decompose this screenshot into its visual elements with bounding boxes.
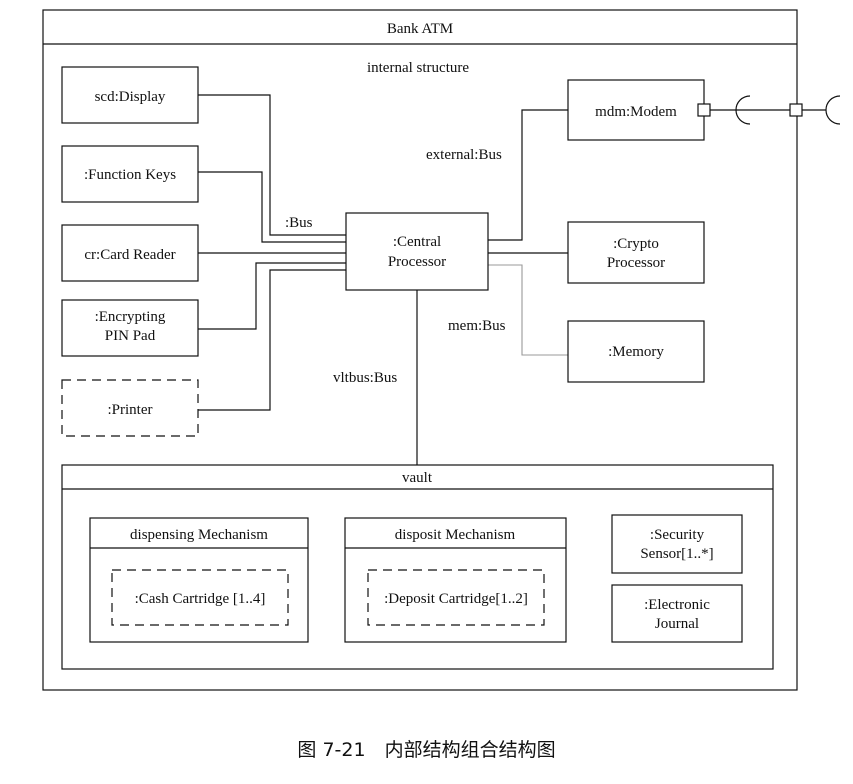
security-sensor-label-line1: :Security	[650, 527, 705, 543]
card-reader-part-label: cr:Card Reader	[84, 247, 175, 263]
external-bus-label: external:Bus	[426, 147, 502, 163]
crypto-processor-label-line1: :Crypto	[613, 236, 659, 252]
deposit-cartridge-label: :Deposit Cartridge[1..2]	[384, 591, 528, 607]
vault-title: vault	[402, 470, 433, 486]
electronic-journal-part	[611, 584, 743, 643]
central-processor-label-line1: :Central	[393, 234, 441, 250]
internal-structure-label: internal structure	[367, 60, 469, 76]
modem-part-label: mdm:Modem	[595, 104, 677, 120]
printer-part-label: :Printer	[108, 402, 153, 418]
socket-icon	[825, 95, 841, 125]
cash-cartridge-label: :Cash Cartridge [1..4]	[135, 591, 266, 607]
mem-bus-label: mem:Bus	[448, 318, 506, 334]
electronic-journal-label-line2: Journal	[655, 616, 699, 632]
bank-atm-title: Bank ATM	[387, 21, 453, 37]
function-keys-part-label: :Function Keys	[84, 167, 176, 183]
central-processor-label-line2: Processor	[388, 254, 446, 270]
bus-label: :Bus	[285, 215, 313, 231]
dispensing-mechanism-title: dispensing Mechanism	[130, 527, 268, 543]
pin-pad-part-label-line2: PIN Pad	[105, 328, 156, 344]
figure-caption: 图 7-21 内部结构组合结构图	[297, 739, 556, 761]
vltbus-label: vltbus:Bus	[333, 370, 397, 386]
atm-boundary-port	[789, 103, 803, 117]
crypto-processor-label-line2: Processor	[607, 255, 665, 271]
electronic-journal-label-line1: :Electronic	[644, 597, 710, 613]
pin-pad-part-label-line1: :Encrypting	[95, 309, 166, 325]
modem-port	[697, 103, 711, 117]
security-sensor-label-line2: Sensor[1..*]	[640, 546, 713, 562]
deposit-mechanism-title: disposit Mechanism	[395, 527, 516, 543]
security-sensor-part	[611, 514, 743, 574]
crypto-processor-part	[567, 221, 705, 284]
composite-structure-diagram: Bank ATM internal structure :Bus externa…	[42, 9, 841, 691]
central-processor-part	[345, 212, 489, 291]
memory-part-label: :Memory	[608, 344, 664, 360]
display-part-label: scd:Display	[95, 89, 166, 105]
